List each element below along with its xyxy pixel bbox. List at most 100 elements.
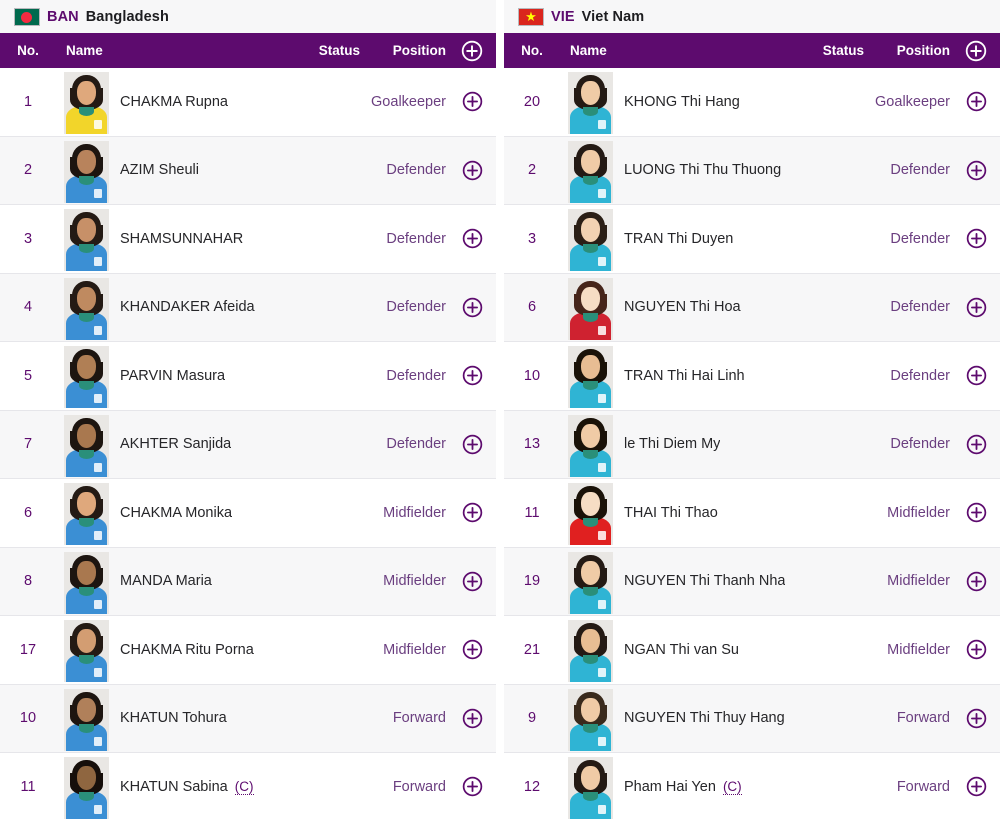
player-identity: TRAN Thi Hai Linh bbox=[560, 343, 798, 409]
plus-circle-icon[interactable] bbox=[966, 708, 987, 729]
expand-player-button[interactable] bbox=[952, 571, 1000, 592]
plus-circle-icon[interactable] bbox=[462, 297, 483, 318]
plus-circle-icon[interactable] bbox=[966, 297, 987, 318]
expand-player-button[interactable] bbox=[952, 160, 1000, 181]
plus-circle-icon[interactable] bbox=[966, 160, 987, 181]
plus-circle-icon[interactable] bbox=[966, 571, 987, 592]
player-name: LUONG Thi Thu Thuong bbox=[624, 162, 782, 179]
table-row[interactable]: 11 THAI Thi Thao Midfielder bbox=[504, 479, 1000, 548]
player-number: 9 bbox=[527, 710, 537, 727]
table-row[interactable]: 20 KHONG Thi Hang Goalkeeper bbox=[504, 68, 1000, 137]
player-number: 3 bbox=[527, 230, 537, 247]
table-row[interactable]: 7 AKHTER Sanjida Defender bbox=[0, 410, 496, 479]
team-name-home: Bangladesh bbox=[85, 8, 169, 25]
player-name: Pham Hai Yen (C) bbox=[624, 778, 742, 795]
player-identity: le Thi Diem My bbox=[560, 412, 798, 477]
column-header-position: Position bbox=[392, 43, 446, 58]
player-name: AZIM Sheuli bbox=[120, 162, 199, 179]
plus-circle-icon[interactable] bbox=[462, 776, 483, 797]
player-identity: NGUYEN Thi Hoa bbox=[560, 275, 798, 340]
captain-badge: (C) bbox=[234, 778, 254, 795]
player-photo bbox=[568, 688, 613, 751]
player-photo bbox=[64, 757, 109, 820]
table-row[interactable]: 5 PARVIN Masura Defender bbox=[0, 342, 496, 411]
expand-player-button[interactable] bbox=[952, 228, 1000, 249]
player-number: 6 bbox=[23, 504, 33, 521]
plus-circle-icon[interactable] bbox=[966, 91, 987, 112]
expand-player-button[interactable] bbox=[952, 434, 1000, 455]
player-identity: KHATUN Tohura bbox=[56, 686, 294, 751]
expand-player-button[interactable] bbox=[448, 434, 496, 455]
table-row[interactable]: 4 KHANDAKER Afeida Defender bbox=[0, 273, 496, 342]
expand-player-button[interactable] bbox=[448, 639, 496, 660]
table-row[interactable]: 6 NGUYEN Thi Hoa Defender bbox=[504, 273, 1000, 342]
expand-player-button[interactable] bbox=[448, 160, 496, 181]
expand-player-button[interactable] bbox=[448, 365, 496, 386]
expand-player-button[interactable] bbox=[952, 639, 1000, 660]
expand-player-button[interactable] bbox=[448, 776, 496, 797]
plus-circle-icon[interactable] bbox=[462, 365, 483, 386]
plus-circle-icon[interactable] bbox=[966, 502, 987, 523]
table-row[interactable]: 21 NGAN Thi van Su Midfielder bbox=[504, 616, 1000, 685]
plus-circle-icon[interactable] bbox=[462, 91, 483, 112]
plus-circle-icon[interactable] bbox=[462, 160, 483, 181]
plus-circle-icon[interactable] bbox=[966, 776, 987, 797]
player-number: 21 bbox=[523, 641, 541, 658]
player-name: KHATUN Sabina (C) bbox=[120, 778, 254, 795]
table-row[interactable]: 13 le Thi Diem My Defender bbox=[504, 410, 1000, 479]
plus-circle-icon[interactable] bbox=[462, 228, 483, 249]
expand-player-button[interactable] bbox=[448, 708, 496, 729]
expand-player-button[interactable] bbox=[952, 365, 1000, 386]
table-row[interactable]: 2 LUONG Thi Thu Thuong Defender bbox=[504, 136, 1000, 205]
table-row[interactable]: 3 SHAMSUNNAHAR Defender bbox=[0, 205, 496, 274]
player-number: 20 bbox=[523, 93, 541, 110]
plus-circle-icon[interactable] bbox=[966, 434, 987, 455]
table-row[interactable]: 10 TRAN Thi Hai Linh Defender bbox=[504, 342, 1000, 411]
table-row[interactable]: 3 TRAN Thi Duyen Defender bbox=[504, 205, 1000, 274]
expand-all-button-home[interactable] bbox=[448, 40, 496, 62]
player-number: 11 bbox=[20, 778, 36, 795]
plus-circle-icon[interactable] bbox=[462, 434, 483, 455]
player-identity: LUONG Thi Thu Thuong bbox=[560, 138, 798, 203]
table-row[interactable]: 17 CHAKMA Ritu Porna Midfielder bbox=[0, 616, 496, 685]
player-number: 2 bbox=[527, 162, 537, 179]
expand-player-button[interactable] bbox=[448, 297, 496, 318]
expand-player-button[interactable] bbox=[448, 228, 496, 249]
player-position: Defender bbox=[386, 162, 446, 179]
player-name: NGUYEN Thi Hoa bbox=[624, 299, 741, 316]
plus-circle-icon[interactable] bbox=[462, 708, 483, 729]
column-header-no: No. bbox=[521, 43, 543, 58]
table-row[interactable]: 11 KHATUN Sabina (C) Forward bbox=[0, 753, 496, 821]
table-row[interactable]: 19 NGUYEN Thi Thanh Nha Midfielder bbox=[504, 547, 1000, 616]
table-row[interactable]: 9 NGUYEN Thi Thuy Hang Forward bbox=[504, 684, 1000, 753]
table-row[interactable]: 2 AZIM Sheuli Defender bbox=[0, 136, 496, 205]
player-photo bbox=[568, 209, 613, 272]
expand-player-button[interactable] bbox=[448, 91, 496, 112]
plus-circle-icon[interactable] bbox=[966, 639, 987, 660]
player-number: 6 bbox=[527, 299, 537, 316]
table-row[interactable]: 1 CHAKMA Rupna Goalkeeper bbox=[0, 68, 496, 137]
expand-player-button[interactable] bbox=[952, 776, 1000, 797]
table-row[interactable]: 12 Pham Hai Yen (C) Forward bbox=[504, 753, 1000, 821]
player-position: Midfielder bbox=[383, 641, 446, 658]
plus-circle-icon[interactable] bbox=[462, 502, 483, 523]
table-row[interactable]: 10 KHATUN Tohura Forward bbox=[0, 684, 496, 753]
table-row[interactable]: 8 MANDA Maria Midfielder bbox=[0, 547, 496, 616]
expand-all-button-away[interactable] bbox=[952, 40, 1000, 62]
plus-circle-icon[interactable] bbox=[966, 365, 987, 386]
player-photo bbox=[64, 620, 109, 683]
table-row[interactable]: 6 CHAKMA Monika Midfielder bbox=[0, 479, 496, 548]
plus-circle-icon[interactable] bbox=[462, 639, 483, 660]
player-position: Midfielder bbox=[383, 573, 446, 590]
expand-player-button[interactable] bbox=[952, 91, 1000, 112]
plus-circle-icon[interactable] bbox=[462, 571, 483, 592]
plus-circle-icon[interactable] bbox=[966, 228, 987, 249]
player-photo bbox=[64, 209, 109, 272]
expand-player-button[interactable] bbox=[448, 502, 496, 523]
player-name: PARVIN Masura bbox=[120, 367, 226, 384]
expand-player-button[interactable] bbox=[952, 297, 1000, 318]
player-number: 2 bbox=[23, 162, 33, 179]
expand-player-button[interactable] bbox=[952, 502, 1000, 523]
expand-player-button[interactable] bbox=[448, 571, 496, 592]
expand-player-button[interactable] bbox=[952, 708, 1000, 729]
